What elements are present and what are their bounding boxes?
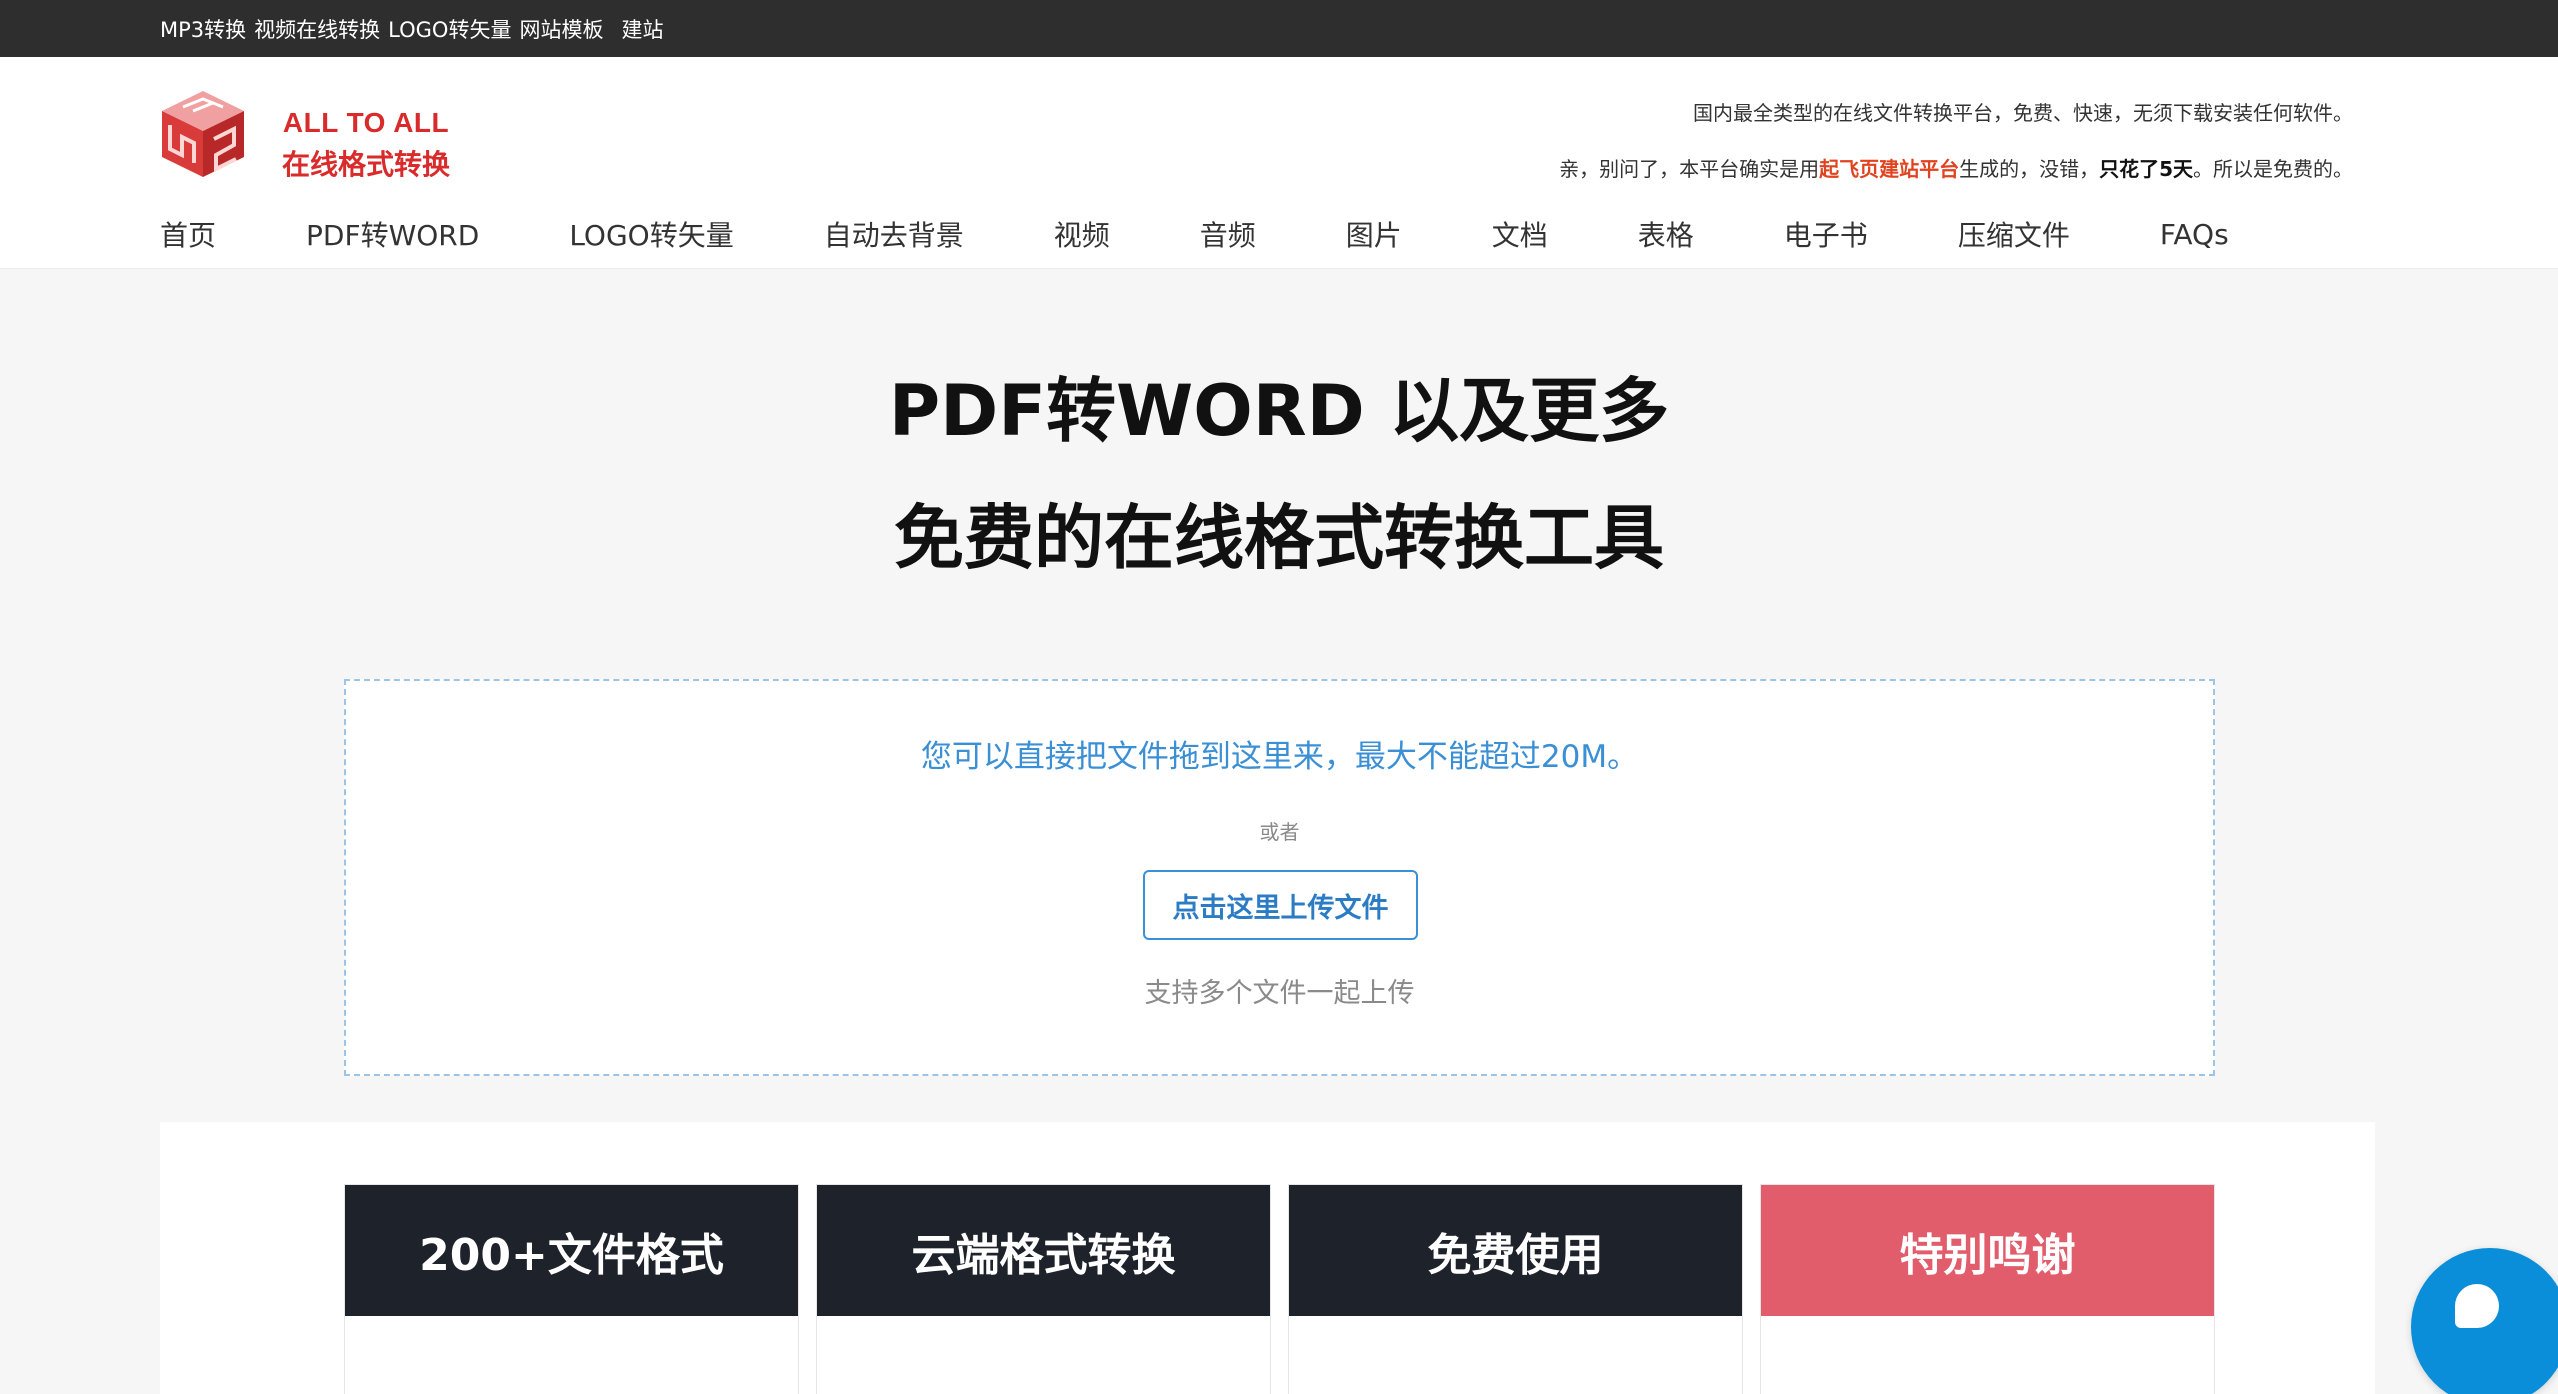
logo-cube-icon[interactable] xyxy=(158,87,248,181)
topbar-link-logo[interactable]: LOGO转矢量 xyxy=(388,14,511,44)
feature-card-cloud[interactable]: 云端格式转换 xyxy=(816,1184,1271,1394)
tagline-secondary: 亲，别问了，本平台确实是用起飞页建站平台生成的，没错，只花了5天。所以是免费的。 xyxy=(1559,153,2353,182)
tagline-part-b: 生成的，没错， xyxy=(1959,157,2100,181)
hero-title: PDF转WORD 以及更多 xyxy=(888,370,1670,452)
feature-card-free[interactable]: 免费使用 xyxy=(1288,1184,1743,1394)
nav-item-logo-vector[interactable]: LOGO转矢量 xyxy=(569,214,733,254)
site-header: ALL TO ALL 在线格式转换 国内最全类型的在线文件转换平台，免费、快速，… xyxy=(0,57,2558,269)
topbar-link-build[interactable]: 建站 xyxy=(621,14,663,44)
nav-item-pdf-to-word[interactable]: PDF转WORD xyxy=(306,214,479,254)
feature-card-title: 云端格式转换 xyxy=(817,1185,1270,1316)
nav-item-video[interactable]: 视频 xyxy=(1054,214,1110,254)
chat-bubble-icon xyxy=(2455,1284,2499,1328)
feature-card-title: 免费使用 xyxy=(1289,1185,1742,1316)
nav-item-audio[interactable]: 音频 xyxy=(1200,214,1256,254)
drop-or-label: 或者 xyxy=(1259,820,1300,844)
topbar-link-video[interactable]: 视频在线转换 xyxy=(254,14,380,44)
main-nav: 首页 PDF转WORD LOGO转矢量 自动去背景 视频 音频 图片 文档 表格… xyxy=(160,214,2229,254)
nav-item-home[interactable]: 首页 xyxy=(160,214,216,254)
builder-platform-link[interactable]: 起飞页建站平台 xyxy=(1819,157,1959,181)
logo-text[interactable]: ALL TO ALL 在线格式转换 xyxy=(282,107,450,183)
nav-item-archive[interactable]: 压缩文件 xyxy=(1958,214,2070,254)
nav-item-faqs[interactable]: FAQs xyxy=(2160,218,2229,251)
tagline-part-c: 。所以是免费的。 xyxy=(2193,157,2353,181)
topbar-link-mp3[interactable]: MP3转换 xyxy=(160,14,246,44)
multi-upload-note: 支持多个文件一起上传 xyxy=(1144,978,1415,1009)
hero-subtitle: 免费的在线格式转换工具 xyxy=(894,497,1664,579)
nav-item-ebook[interactable]: 电子书 xyxy=(1784,214,1868,254)
feature-card-title: 特别鸣谢 xyxy=(1761,1185,2214,1316)
feature-card-formats[interactable]: 200+文件格式 xyxy=(344,1184,799,1394)
logo-text-en: ALL TO ALL xyxy=(282,107,450,138)
tagline-bold: 只花了5天 xyxy=(2099,157,2193,181)
feature-card-thanks[interactable]: 特别鸣谢 xyxy=(1760,1184,2215,1394)
top-bar: MP3转换 视频在线转换 LOGO转矢量 网站模板 建站 xyxy=(0,0,2558,57)
file-drop-zone[interactable]: 您可以直接把文件拖到这里来，最大不能超过20M。 或者 点击这里上传文件 支持多… xyxy=(344,679,2215,1076)
upload-file-button[interactable]: 点击这里上传文件 xyxy=(1143,870,1418,940)
nav-item-spreadsheet[interactable]: 表格 xyxy=(1638,214,1694,254)
nav-item-remove-bg[interactable]: 自动去背景 xyxy=(824,214,964,254)
nav-item-document[interactable]: 文档 xyxy=(1492,214,1548,254)
chat-widget-button[interactable] xyxy=(2411,1248,2558,1394)
tagline-part-a: 亲，别问了，本平台确实是用 xyxy=(1559,157,1820,181)
nav-item-image[interactable]: 图片 xyxy=(1346,214,1402,254)
tagline-primary: 国内最全类型的在线文件转换平台，免费、快速，无须下载安装任何软件。 xyxy=(1693,101,2353,125)
feature-card-title: 200+文件格式 xyxy=(345,1185,798,1316)
logo-text-cn: 在线格式转换 xyxy=(282,149,451,180)
drop-hint: 您可以直接把文件拖到这里来，最大不能超过20M。 xyxy=(920,739,1639,775)
topbar-link-templates[interactable]: 网站模板 xyxy=(519,14,603,44)
